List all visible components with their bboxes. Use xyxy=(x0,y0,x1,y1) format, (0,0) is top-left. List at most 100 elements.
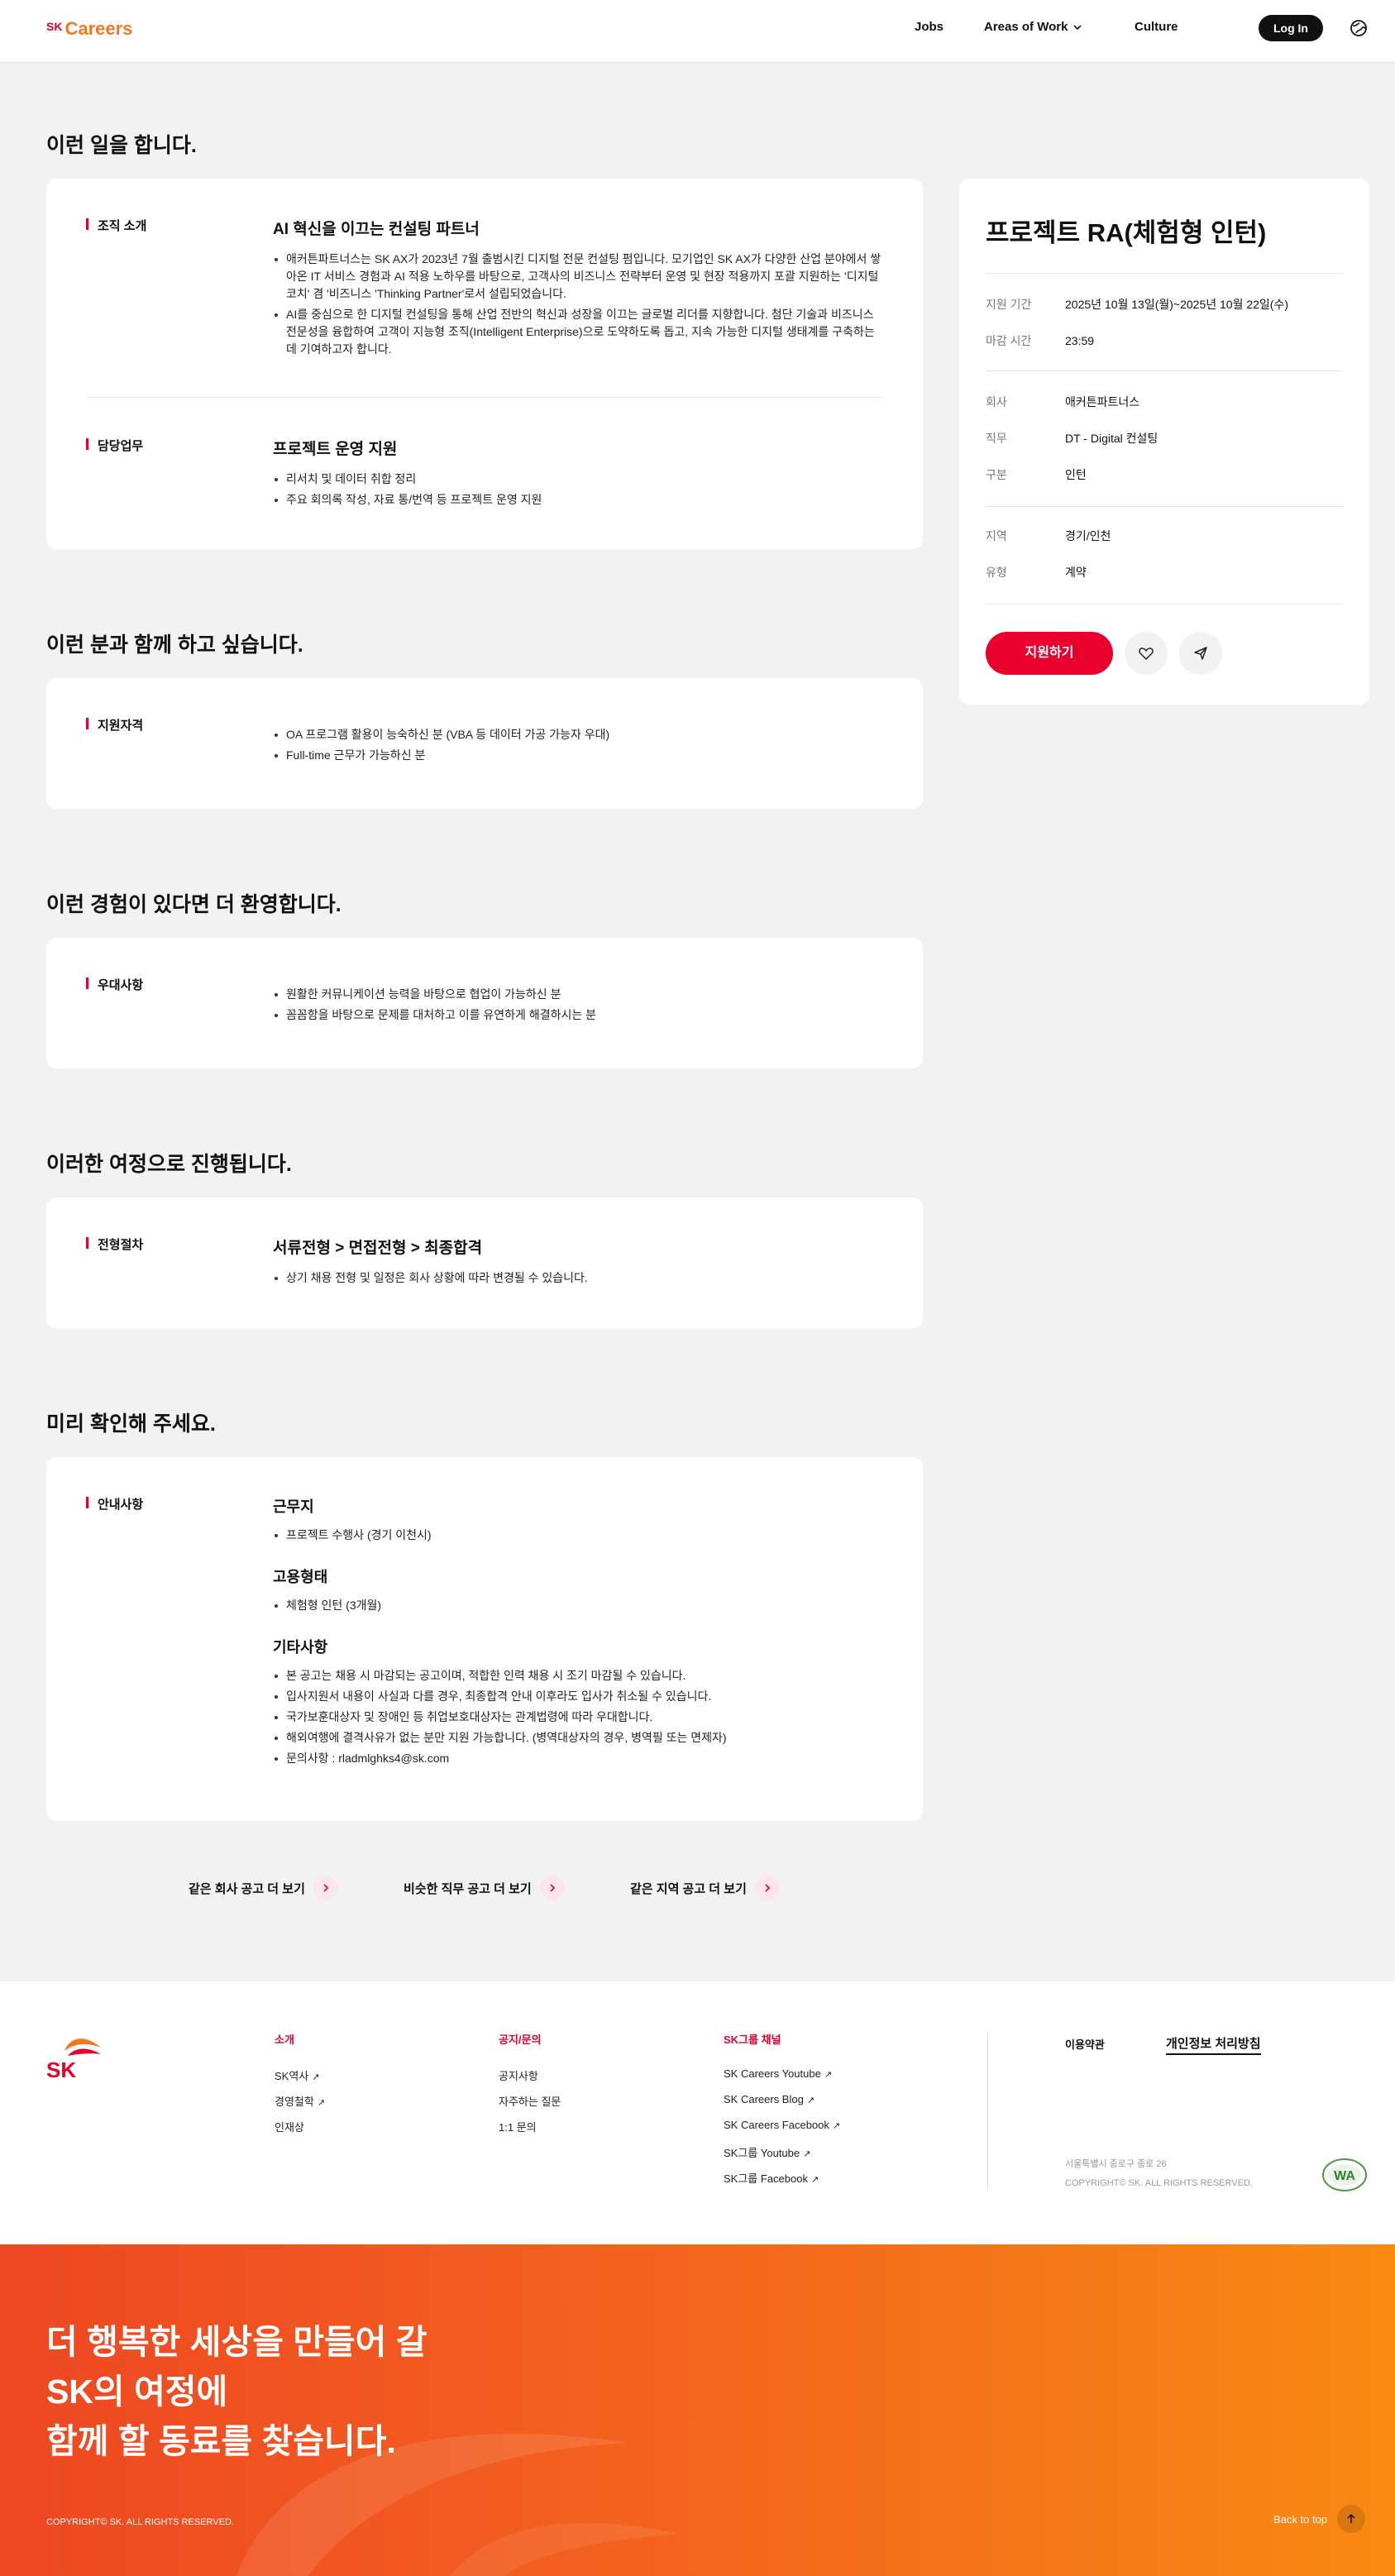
list-item: 주요 회의록 작성, 자료 통/번역 등 프로젝트 운영 지원 xyxy=(273,491,883,509)
nav-areas-of-work[interactable]: Areas of Work xyxy=(984,20,1082,34)
org-heading: AI 혁신을 이끄는 컨설팅 파트너 xyxy=(273,221,480,238)
footer-divider xyxy=(987,2033,988,2190)
external-link-icon: ↗ xyxy=(810,2175,819,2185)
footer-link-label: 자주하는 질문 xyxy=(499,2096,561,2108)
more-company-label: 같은 회사 공고 더 보기 xyxy=(189,1881,305,1896)
divider xyxy=(986,506,1343,507)
kv-key: 지역 xyxy=(986,529,1007,542)
section-title-qualification: 이런 분과 함께 하고 싶습니다. xyxy=(46,633,303,657)
footer: SK 소개 SK역사 ↗ 경영철학 ↗ 인재상 공지/문의 공지사항 자주하는 질문… xyxy=(0,1981,1395,2244)
kv-region: 지역 경기/인천 xyxy=(986,528,1111,544)
kv-key: 유형 xyxy=(986,566,1007,579)
list-item: 국가보훈대상자 및 장애인 등 취업보호대상자는 관계법령에 따라 우대합니다. xyxy=(273,1709,883,1726)
external-link-icon: ↗ xyxy=(317,2098,326,2108)
card-notice: 안내사항 근무지 프로젝트 수행사 (경기 이천시) 고용형태 체험형 인턴 (… xyxy=(46,1457,923,1821)
row-label-notice: 안내사항 xyxy=(86,1495,143,1513)
more-region-label: 같은 지역 공고 더 보기 xyxy=(630,1881,747,1896)
kv-value: 애커튼파트너스 xyxy=(1065,395,1140,409)
nav-jobs[interactable]: Jobs xyxy=(915,20,944,34)
apply-button[interactable]: 지원하기 xyxy=(986,632,1113,675)
kv-key: 구분 xyxy=(986,468,1007,481)
footer-link-group-facebook[interactable]: SK그룹 Facebook ↗ xyxy=(724,2170,819,2186)
list-item: Full-time 근무가 가능하신 분 xyxy=(273,747,883,764)
row-org: 조직 소개 AI 혁신을 이끄는 컨설팅 파트너 애커튼파트너스는 SK AX가… xyxy=(86,217,883,357)
more-job-label: 비슷한 직무 공고 더 보기 xyxy=(404,1881,532,1896)
row-body-org: AI 혁신을 이끄는 컨설팅 파트너 애커튼파트너스는 SK AX가 2023년… xyxy=(273,217,883,361)
banner-line: 더 행복한 세상을 만들어 갈 xyxy=(46,2323,428,2361)
footer-link-careers-youtube[interactable]: SK Careers Youtube ↗ xyxy=(724,2067,832,2080)
external-link-icon: ↗ xyxy=(312,2072,320,2082)
divider xyxy=(986,370,1343,371)
section-title-notice: 미리 확인해 주세요. xyxy=(46,1412,216,1436)
footer-link-careers-facebook[interactable]: SK Careers Facebook ↗ xyxy=(724,2119,840,2131)
external-link-icon: ↗ xyxy=(806,2096,815,2105)
back-to-top-button[interactable]: Back to top xyxy=(1273,2505,1366,2533)
footer-link-group-youtube[interactable]: SK그룹 Youtube ↗ xyxy=(724,2144,810,2160)
footer-privacy-link[interactable]: 개인정보 처리방침 xyxy=(1166,2034,1261,2055)
section-title-preferred: 이런 경험이 있다면 더 환영합니다. xyxy=(46,893,342,916)
footer-link-history[interactable]: SK역사 ↗ xyxy=(275,2067,319,2083)
nav-culture[interactable]: Culture xyxy=(1135,20,1178,34)
footer-link-label: 경영철학 xyxy=(275,2096,314,2108)
row-label-duty: 담당업무 xyxy=(86,437,143,454)
more-company-link[interactable]: 같은 회사 공고 더 보기 xyxy=(189,1876,338,1900)
share-button[interactable] xyxy=(1179,632,1222,675)
row-body-qual: OA 프로그램 활용이 능숙하신 분 (VBA 등 데이터 가공 가능자 우대)… xyxy=(273,726,883,767)
footer-link-label: SK Careers Blog xyxy=(724,2093,804,2105)
banner-headline: 더 행복한 세상을 만들어 갈 SK의 여정에 함께 할 동료를 찾습니다. xyxy=(46,2317,427,2466)
kv-contract: 유형 계약 xyxy=(986,564,1087,581)
footer-link-label: SK그룹 Youtube xyxy=(724,2147,800,2159)
row-label-org: 조직 소개 xyxy=(86,217,146,234)
footer-heading-about: 소개 xyxy=(275,2034,294,2046)
logo-careers: Careers xyxy=(64,18,133,39)
more-region-link[interactable]: 같은 지역 공고 더 보기 xyxy=(630,1876,780,1900)
footer-link-label: SK역사 xyxy=(275,2070,309,2082)
row-label-pref: 우대사항 xyxy=(86,976,143,993)
notice-etc-heading: 기타사항 xyxy=(273,1639,328,1656)
banner-line: SK의 여정에 xyxy=(46,2373,228,2411)
footer-terms-link[interactable]: 이용약관 xyxy=(1065,2036,1105,2052)
row-pref: 우대사항 원활한 커뮤니케이션 능력을 바탕으로 협업이 가능하신 분 꼼꼼함을… xyxy=(86,976,883,1042)
card-process: 전형절차 서류전형 > 면접전형 > 최종합격 상기 채용 전형 및 일정은 회… xyxy=(46,1197,923,1328)
row-qual: 지원자격 OA 프로그램 활용이 능숙하신 분 (VBA 등 데이터 가공 가능… xyxy=(86,716,883,782)
kv-value: 경기/인천 xyxy=(1065,529,1111,542)
row-body-pref: 원활한 커뮤니케이션 능력을 바탕으로 협업이 가능하신 분 꼼꼼함을 바탕으로… xyxy=(273,986,883,1027)
row-notice: 안내사항 근무지 프로젝트 수행사 (경기 이천시) 고용형태 체험형 인턴 (… xyxy=(86,1495,883,1793)
logo[interactable]: SK Careers xyxy=(46,18,132,40)
footer-link-faq[interactable]: 자주하는 질문 xyxy=(499,2093,561,2109)
bookmark-button[interactable] xyxy=(1125,632,1168,675)
footer-link-philosophy[interactable]: 경영철학 ↗ xyxy=(275,2093,325,2109)
footer-link-label: 인재상 xyxy=(275,2121,304,2134)
footer-link-careers-blog[interactable]: SK Careers Blog ↗ xyxy=(724,2093,815,2105)
back-to-top-label: Back to top xyxy=(1273,2512,1328,2526)
login-button[interactable]: Log In xyxy=(1259,15,1323,41)
list-item: 원활한 커뮤니케이션 능력을 바탕으로 협업이 가능하신 분 xyxy=(273,986,883,1003)
divider xyxy=(986,273,1343,274)
kv-value: 2025년 10월 13일(월)~2025년 10월 22일(수) xyxy=(1065,298,1289,311)
footer-link-inquiry[interactable]: 1:1 문의 xyxy=(499,2119,537,2134)
footer-link-talent[interactable]: 인재상 xyxy=(275,2119,304,2134)
footer-heading-channels: SK그룹 채널 xyxy=(724,2034,781,2046)
kv-value: DT - Digital 컨설팅 xyxy=(1065,432,1159,445)
card-work: 조직 소개 AI 혁신을 이끄는 컨설팅 파트너 애커튼파트너스는 SK AX가… xyxy=(46,179,923,549)
footer-link-label: SK Careers Youtube xyxy=(724,2067,821,2080)
more-job-link[interactable]: 비슷한 직무 공고 더 보기 xyxy=(404,1876,565,1900)
list-item: 상기 채용 전형 및 일정은 회사 상황에 따라 변경될 수 있습니다. xyxy=(273,1269,883,1287)
job-summary-panel: 프로젝트 RA(체험형 인턴) 지원 기간 2025년 10월 13일(월)~20… xyxy=(959,179,1369,705)
kv-type: 구분 인턴 xyxy=(986,466,1087,483)
header: SK Careers Jobs Areas of Work Culture Lo… xyxy=(0,0,1395,63)
kv-value: 인턴 xyxy=(1065,468,1087,481)
footer-link-notices[interactable]: 공지사항 xyxy=(499,2067,538,2083)
external-link-icon: ↗ xyxy=(824,2070,833,2080)
list-item: AI를 중심으로 한 디지털 컨설팅을 통해 산업 전반의 혁신과 성장을 이끄… xyxy=(273,306,883,358)
notice-work-heading: 근무지 xyxy=(273,1498,314,1515)
list-item: 리서치 및 데이터 취합 정리 xyxy=(273,471,883,488)
row-body-process: 서류전형 > 면접전형 > 최종합격 상기 채용 전형 및 일정은 회사 상황에… xyxy=(273,1235,883,1290)
chevron-down-icon xyxy=(1073,24,1082,30)
duty-heading: 프로젝트 운영 지원 xyxy=(273,441,398,458)
row-body-duty: 프로젝트 운영 지원 리서치 및 데이터 취합 정리 주요 회의록 작성, 자료… xyxy=(273,437,883,512)
globe-icon[interactable] xyxy=(1350,19,1368,37)
section-title-process: 이러한 여정으로 진행됩니다. xyxy=(46,1153,292,1176)
row-duty: 담당업무 프로젝트 운영 지원 리서치 및 데이터 취합 정리 주요 회의록 작… xyxy=(86,437,883,519)
kv-period: 지원 기간 2025년 10월 13일(월)~2025년 10월 22일(수) xyxy=(986,296,1288,313)
